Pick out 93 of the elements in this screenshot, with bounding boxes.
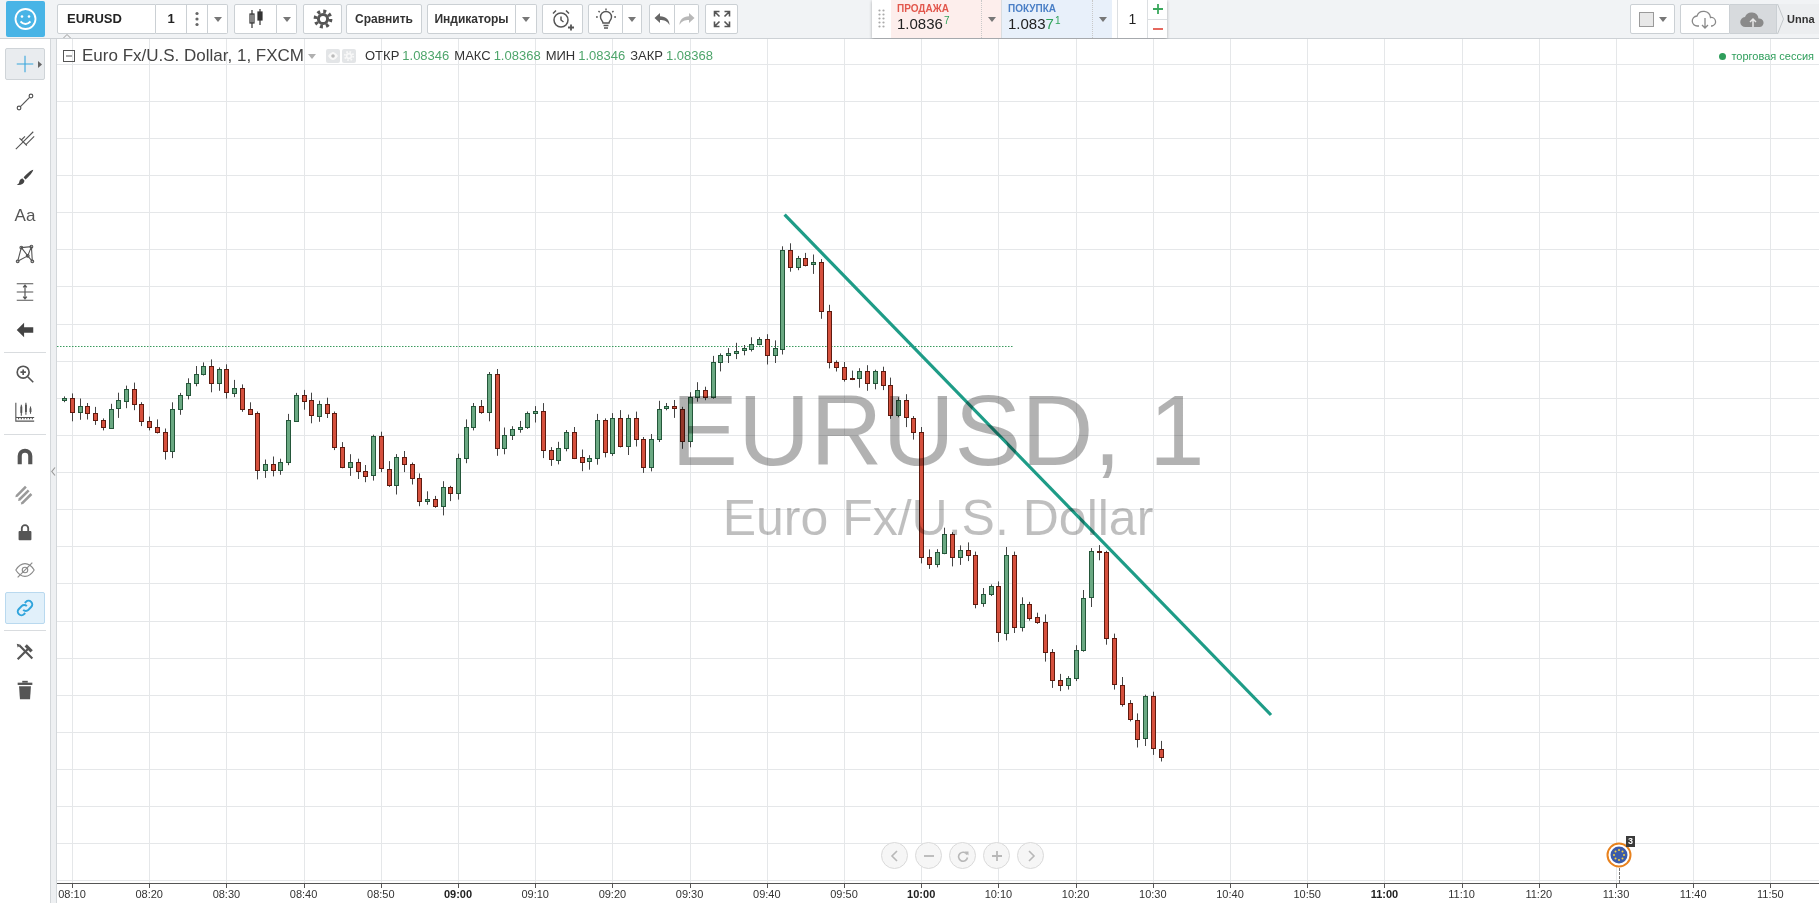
legend-value: 1.08368 <box>665 47 713 66</box>
legend-label: МИН <box>545 47 576 66</box>
caret-down-icon[interactable] <box>282 16 291 22</box>
crossed-tools-icon[interactable] <box>14 641 36 663</box>
pattern-icon[interactable] <box>14 243 36 265</box>
time-axis-label: 11:00 <box>1370 888 1399 901</box>
sell-button[interactable]: ПРОДАЖА 1.0836$^{7}$ <box>891 0 981 38</box>
ideas-dropdown-button[interactable] <box>623 4 642 34</box>
undo-button[interactable] <box>649 4 675 34</box>
vertical-arrows-icon[interactable] <box>14 281 36 303</box>
time-axis-label: 11:40 <box>1679 888 1707 901</box>
settings-icon[interactable] <box>312 9 333 29</box>
caret-down-icon[interactable] <box>1098 16 1107 22</box>
caret-down-icon[interactable] <box>628 16 636 22</box>
time-axis-label: 11:10 <box>1448 888 1475 901</box>
time-axis-label: 08:50 <box>367 888 395 901</box>
event-count-badge: 3 <box>1626 836 1635 847</box>
color-swatch-icon[interactable] <box>1638 11 1654 27</box>
time-axis-label: 11:50 <box>1757 888 1784 901</box>
plus-icon[interactable] <box>1152 4 1163 15</box>
vertical-dots-icon[interactable] <box>195 11 199 27</box>
ruler-chart-icon[interactable] <box>14 401 36 423</box>
time-axis-label: 10:10 <box>984 888 1013 901</box>
chart-style-dropdown-button[interactable] <box>277 4 297 34</box>
drag-handle-icon[interactable] <box>878 8 885 30</box>
buy-dropdown-button[interactable] <box>1092 0 1112 38</box>
time-axis-label: 08:20 <box>135 888 163 901</box>
legend-label: ЗАКР <box>630 47 663 66</box>
eu-flag-event-icon[interactable] <box>1606 842 1632 868</box>
indicators-button[interactable]: Индикаторы <box>427 4 516 34</box>
settings-button[interactable] <box>303 4 342 34</box>
legend-label: ОТКР <box>365 47 400 66</box>
time-axis-label: 09:10 <box>521 888 549 901</box>
indicators-dropdown-button[interactable] <box>516 4 537 34</box>
lightbulb-icon[interactable] <box>594 8 617 30</box>
legend-value: 1.08368 <box>493 47 541 66</box>
legend-title: Euro Fx/U.S. Dollar, 1, FXCM <box>82 46 304 66</box>
interval-dropdown-button[interactable] <box>208 4 228 34</box>
legend-value: 1.08346 <box>402 47 450 66</box>
undo-arrow-icon[interactable] <box>654 12 670 26</box>
link-icon[interactable] <box>14 597 36 619</box>
time-axis-label: 08:40 <box>289 888 318 901</box>
time-axis-label: 11:20 <box>1525 888 1553 901</box>
time-axis-label: 09:30 <box>675 888 704 901</box>
caret-down-icon[interactable] <box>213 16 222 22</box>
buy-button[interactable]: ПОКУПКА 1.0837$^{1}$ <box>1002 0 1092 38</box>
time-axis-label: 08:30 <box>212 888 241 901</box>
time-axis-label: 10:20 <box>1061 888 1090 901</box>
caret-down-icon[interactable] <box>1658 16 1667 22</box>
time-axis-label: 09:00 <box>443 888 473 901</box>
quantity-field[interactable]: 1 <box>1117 0 1147 38</box>
more-button[interactable] <box>187 4 208 34</box>
time-axis-label: 10:50 <box>1293 888 1321 901</box>
color-picker-button[interactable] <box>1630 4 1675 34</box>
compare-button[interactable]: Сравнить <box>346 4 422 34</box>
pitchfork-icon[interactable] <box>14 129 36 151</box>
time-axis-label: 08:10 <box>58 888 86 901</box>
cloud-download-button[interactable] <box>1680 4 1730 34</box>
candlesticks-icon[interactable] <box>247 8 264 30</box>
smiley-logo-icon[interactable] <box>6 1 45 37</box>
minus-icon[interactable] <box>1152 27 1163 30</box>
time-axis-label: 10:00 <box>907 888 936 901</box>
caret-down-icon[interactable] <box>987 16 996 22</box>
legend-value: 1.08346 <box>578 47 626 66</box>
ideas-button[interactable] <box>588 4 623 34</box>
caret-down-icon[interactable] <box>522 16 530 22</box>
legend-label: МАКС <box>454 47 491 66</box>
link-button[interactable] <box>5 592 45 624</box>
sell-dropdown-button[interactable] <box>981 0 1001 38</box>
caret-right-icon[interactable] <box>38 61 42 68</box>
symbol-field[interactable]: EURUSD <box>57 4 156 34</box>
session-status: торговая сессия <box>1731 49 1814 63</box>
time-axis-label: 11:30 <box>1602 888 1630 901</box>
line-segment-icon[interactable] <box>14 91 36 113</box>
fullscreen-icon[interactable] <box>712 10 731 28</box>
fullscreen-button[interactable] <box>705 4 738 34</box>
interval-button[interactable]: 1 <box>156 4 187 34</box>
time-axis-label: 09:50 <box>830 888 858 901</box>
chart-style-button[interactable] <box>234 4 277 34</box>
text-tool-button[interactable]: Aa <box>5 200 45 232</box>
alert-button[interactable] <box>542 4 583 34</box>
cloud-upload-button[interactable] <box>1730 4 1777 34</box>
time-axis-label: 09:20 <box>598 888 627 901</box>
alarm-clock-plus-icon[interactable] <box>550 7 575 31</box>
time-axis-label: 10:40 <box>1216 888 1244 901</box>
zoom-in-icon[interactable] <box>14 363 36 385</box>
cloud-download-icon[interactable] <box>1691 9 1719 29</box>
time-axis-label: 10:30 <box>1139 888 1167 901</box>
status-dot-icon <box>1719 52 1727 60</box>
collapse-square-icon[interactable] <box>63 50 75 62</box>
time-axis-label: 09:40 <box>753 888 781 901</box>
collapse-handle-icon[interactable] <box>51 466 56 476</box>
layout-name-tab[interactable]: Unna <box>1777 4 1819 34</box>
